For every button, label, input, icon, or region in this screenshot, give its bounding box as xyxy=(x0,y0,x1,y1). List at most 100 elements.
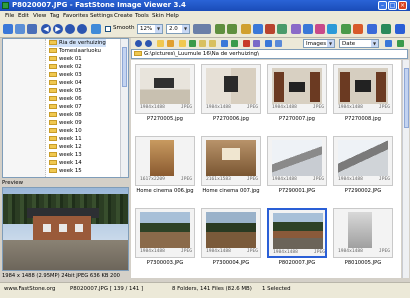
thumbnail-item[interactable]: 1984x1488 JPEG P7290002.JPG xyxy=(331,134,395,204)
details-icon[interactable] xyxy=(275,40,282,47)
wallpaper-icon[interactable] xyxy=(353,24,363,34)
new-folder-icon[interactable] xyxy=(179,40,186,47)
compare-icon[interactable] xyxy=(341,24,351,34)
last-image-icon[interactable] xyxy=(77,24,87,34)
thumbnail-item[interactable]: 1984x1488 JPEG P7290001.JPG xyxy=(265,134,329,204)
thumbnail-item[interactable]: 2161x1583 JPEG Home cinema 007.jpg xyxy=(199,134,263,204)
red-eye-icon[interactable] xyxy=(265,24,275,34)
tree-item[interactable]: week 08 xyxy=(49,111,82,119)
open-folder-icon[interactable] xyxy=(3,24,13,34)
thumbnail-item[interactable]: 1984x1488 JPEG P7270005.jpg xyxy=(133,62,197,132)
thumbnail-item[interactable]: 1617x2209 JPEG Home cinema 006.jpg xyxy=(133,134,197,204)
rotate-right-icon[interactable] xyxy=(227,24,237,34)
menu-view[interactable]: View xyxy=(33,13,46,19)
menu-file[interactable]: File xyxy=(5,13,14,19)
thumbnail-view-icon[interactable] xyxy=(27,24,37,34)
fullscreen-icon[interactable] xyxy=(91,24,101,34)
thumbnail-item[interactable]: 1984x1488 JPEG P7300003.JPG xyxy=(133,206,197,276)
scrollbar-thumb[interactable] xyxy=(404,68,409,128)
menu-favorites[interactable]: Favorites xyxy=(63,13,88,19)
tree-item[interactable]: week 14 xyxy=(49,159,82,167)
thumbnail-item[interactable]: 1984x1488 JPEG P8010005.JPG xyxy=(331,206,395,276)
email-icon[interactable] xyxy=(315,24,325,34)
tree-scrollbar[interactable] xyxy=(120,39,128,177)
path-bar[interactable]: G:\pictures\_Luumule 16\Na de verhuizing… xyxy=(131,49,408,59)
sort-order-icon[interactable] xyxy=(385,40,392,47)
view-mode-icon[interactable] xyxy=(397,40,404,47)
delete-icon[interactable] xyxy=(243,40,250,47)
close-button[interactable]: × xyxy=(398,1,407,10)
print-icon[interactable] xyxy=(303,24,313,34)
smooth-checkbox[interactable] xyxy=(105,26,111,32)
forward-icon[interactable] xyxy=(145,40,152,47)
tree-item[interactable]: week 09 xyxy=(49,119,82,127)
tree-item[interactable]: Tomeslaarluoku xyxy=(49,47,101,55)
folder-tree[interactable]: Ria de verhuizing Tomeslaarluoku week 01… xyxy=(2,38,129,178)
adjust-colors-icon[interactable] xyxy=(277,24,287,34)
tree-item[interactable]: week 07 xyxy=(49,103,82,111)
thumbnail-image xyxy=(338,68,388,104)
menu-create[interactable]: Create xyxy=(114,13,133,19)
image-format: JPEG xyxy=(180,249,192,254)
thumbnail-grid[interactable]: 1984x1488 JPEG P7270005.jpg 1984x1488 JPEG… xyxy=(131,60,401,278)
thumbnail-item[interactable]: 1984x1488 JPEG P7270007.jpg xyxy=(265,62,329,132)
tree-item-label: week 05 xyxy=(59,88,82,94)
tree-item[interactable]: week 04 xyxy=(49,79,82,87)
sort-select[interactable]: Date ▼ xyxy=(339,39,379,48)
browse-icon[interactable] xyxy=(15,24,25,34)
tree-item[interactable]: week 03 xyxy=(49,71,82,79)
first-image-icon[interactable] xyxy=(65,24,75,34)
tree-item[interactable]: week 01 xyxy=(49,55,82,63)
menu-skin[interactable]: Skin xyxy=(152,13,164,19)
thumbnail-size-icon[interactable] xyxy=(265,40,272,47)
slideshow-icon[interactable] xyxy=(327,24,337,34)
tree-item[interactable]: week 13 xyxy=(49,151,82,159)
filter-select[interactable]: Images ▼ xyxy=(303,39,335,48)
move-to-icon[interactable] xyxy=(209,40,216,47)
crop-icon[interactable] xyxy=(241,24,251,34)
tree-item[interactable]: week 02 xyxy=(49,63,82,71)
rename-icon[interactable] xyxy=(221,40,228,47)
thumbnail-item[interactable]: 1984x1488 JPEG P7270006.jpg xyxy=(199,62,263,132)
menu-tools[interactable]: Tools xyxy=(135,13,149,19)
ratio-select[interactable]: 2.0 ▼ xyxy=(166,24,190,34)
menu-help[interactable]: Help xyxy=(166,13,179,19)
tree-item[interactable]: week 12 xyxy=(49,143,82,151)
maximize-button[interactable]: □ xyxy=(388,1,397,10)
thumbnail-item[interactable]: 1984x1488 JPEG P7300004.JPG xyxy=(199,206,263,276)
effects-icon[interactable] xyxy=(291,24,301,34)
minimize-button[interactable]: – xyxy=(378,1,387,10)
menu-tag[interactable]: Tag xyxy=(50,13,59,19)
thumbnail-item-selected[interactable]: 1984x1488 JPEG P8020007.JPG xyxy=(265,206,329,276)
thumbnail-scrollbar[interactable] xyxy=(402,60,409,278)
folder-up-icon[interactable] xyxy=(157,40,164,47)
tree-item[interactable]: Ria de verhuizing xyxy=(49,39,106,47)
help-icon[interactable] xyxy=(381,24,391,34)
menu-settings[interactable]: Settings xyxy=(90,13,113,19)
favorites-icon[interactable] xyxy=(167,40,174,47)
back-icon[interactable]: ◀ xyxy=(41,24,51,34)
menu-edit[interactable]: Edit xyxy=(18,13,29,19)
tree-item[interactable]: week 15 xyxy=(49,167,82,175)
rotate-left-icon[interactable] xyxy=(215,24,225,34)
thumbnail-item[interactable]: 1984x1488 JPEG P7270008.jpg xyxy=(331,62,395,132)
tree-item[interactable]: week 06 xyxy=(49,95,82,103)
tree-item[interactable]: week 11 xyxy=(49,135,82,143)
thumbnail-image xyxy=(272,140,322,176)
tree-item[interactable]: week 05 xyxy=(49,87,82,95)
settings-icon[interactable] xyxy=(367,24,377,34)
forward-icon[interactable]: ▶ xyxy=(53,24,63,34)
hand-tool-icon[interactable] xyxy=(193,24,211,34)
back-icon[interactable] xyxy=(135,40,142,47)
refresh-icon[interactable] xyxy=(189,40,196,47)
resize-icon[interactable] xyxy=(253,24,263,34)
website-link[interactable]: www.FastStone.org xyxy=(4,286,55,292)
exit-icon[interactable] xyxy=(395,24,405,34)
tree-item[interactable]: week 10 xyxy=(49,127,82,135)
zoom-select[interactable]: 12% ▼ xyxy=(137,24,163,34)
folder-icon xyxy=(49,64,57,69)
select-all-icon[interactable] xyxy=(231,40,238,47)
properties-icon[interactable] xyxy=(253,40,260,47)
scrollbar-thumb[interactable] xyxy=(122,47,127,87)
copy-to-icon[interactable] xyxy=(199,40,206,47)
